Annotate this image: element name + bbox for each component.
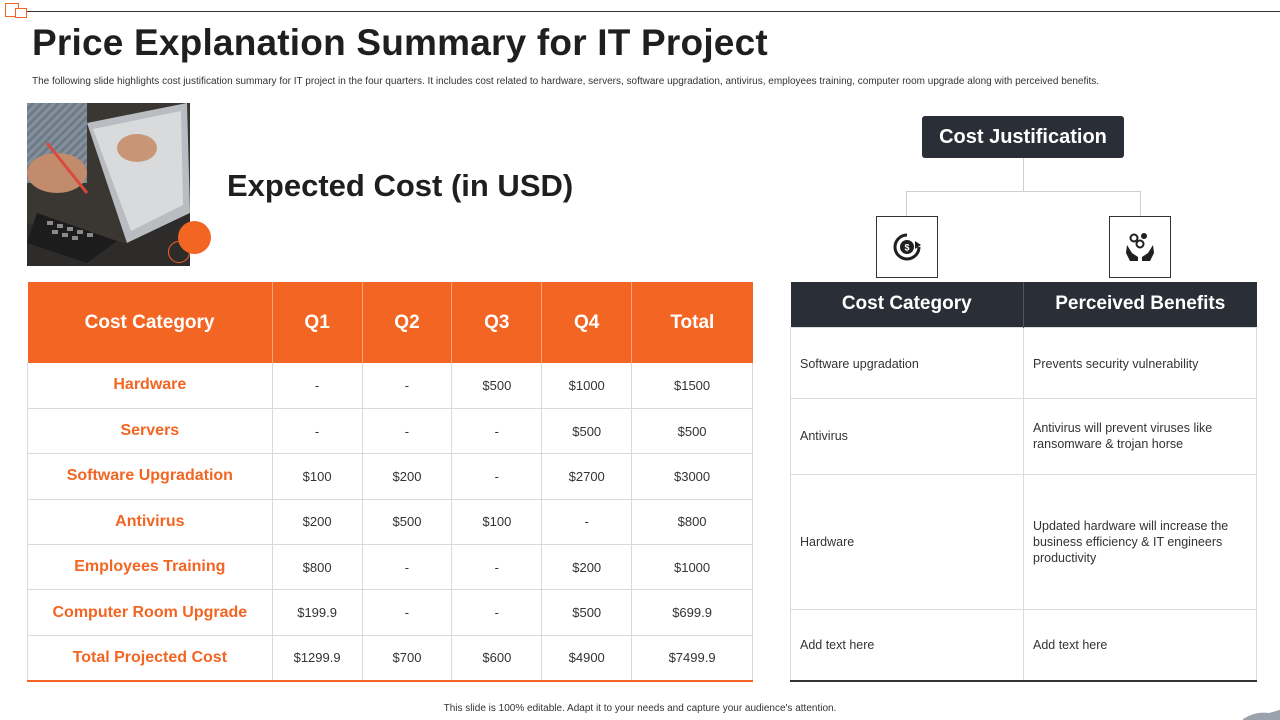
cell-category: Add text here: [790, 608, 1024, 682]
top-rule: [16, 11, 1280, 12]
cell-q1: $1299.9: [272, 635, 363, 682]
cell-q2: -: [362, 363, 453, 409]
cell-category: Computer Room Upgrade: [27, 589, 273, 636]
cell-q3: -: [451, 544, 543, 591]
cell-total: $500: [631, 408, 753, 455]
table-row: Hardware Updated hardware will increase …: [790, 473, 1257, 610]
laptop-photo: [27, 103, 190, 266]
cell-q4: $500: [541, 589, 633, 636]
table-row: Servers - - - $500 $500: [27, 408, 753, 455]
cell-category: Software Upgradation: [27, 453, 273, 500]
cell-q3: $100: [451, 499, 543, 546]
col-total: Total: [631, 282, 753, 363]
connector-line: [906, 191, 1141, 192]
cell-q4: $4900: [541, 635, 633, 682]
col-perceived-benefits: Perceived Benefits: [1023, 282, 1257, 327]
table-row-total: Total Projected Cost $1299.9 $700 $600 $…: [27, 635, 753, 682]
table-row: Hardware - - $500 $1000 $1500: [27, 363, 753, 409]
cell-q1: $800: [272, 544, 363, 591]
cell-q2: -: [362, 408, 453, 455]
connector-line: [906, 191, 907, 216]
cell-total: $7499.9: [631, 635, 753, 682]
benefit-table-header: Cost Category Perceived Benefits: [790, 282, 1257, 327]
cell-q3: -: [451, 453, 543, 500]
cell-q4: $200: [541, 544, 633, 591]
table-row: Computer Room Upgrade $199.9 - - $500 $6…: [27, 589, 753, 636]
hand-money-icon: [1126, 233, 1154, 261]
svg-text:$: $: [904, 243, 909, 253]
cell-q2: -: [362, 589, 453, 636]
cost-justification-table: Cost Category Perceived Benefits Softwar…: [790, 282, 1257, 682]
cell-total: $1500: [631, 363, 753, 409]
cell-q3: $500: [451, 363, 543, 409]
col-cost-category: Cost Category: [27, 282, 273, 363]
expected-cost-heading: Expected Cost (in USD): [227, 168, 574, 203]
cell-q1: $199.9: [272, 589, 363, 636]
col-q4: Q4: [541, 282, 633, 363]
cell-q3: $600: [451, 635, 543, 682]
cell-q3: -: [451, 408, 543, 455]
page-subtitle: The following slide highlights cost just…: [32, 76, 1100, 87]
cell-q2: -: [362, 544, 453, 591]
cell-q4: -: [541, 499, 633, 546]
corner-square-icon-2: [15, 8, 27, 18]
connector-line: [1140, 191, 1141, 216]
table-row: Software upgradation Prevents security v…: [790, 326, 1257, 399]
cell-q1: $100: [272, 453, 363, 500]
cell-q1: -: [272, 408, 363, 455]
cell-benefit: Updated hardware will increase the busin…: [1023, 473, 1257, 610]
table-row: Add text here Add text here: [790, 608, 1257, 682]
col-cost-category: Cost Category: [790, 282, 1024, 327]
cell-q2: $500: [362, 499, 453, 546]
orange-ring-decoration: [168, 241, 190, 263]
cell-category: Servers: [27, 408, 273, 455]
col-q3: Q3: [451, 282, 543, 363]
cell-q4: $500: [541, 408, 633, 455]
cost-table-header: Cost Category Q1 Q2 Q3 Q4 Total: [27, 282, 753, 363]
cell-total: $1000: [631, 544, 753, 591]
connector-line: [1023, 158, 1024, 191]
table-row: Employees Training $800 - - $200 $1000: [27, 544, 753, 591]
cell-q3: -: [451, 589, 543, 636]
cell-q4: $1000: [541, 363, 633, 409]
cell-q2: $700: [362, 635, 453, 682]
dollar-cycle-icon: $: [893, 233, 921, 261]
cell-total: $800: [631, 499, 753, 546]
col-q2: Q2: [362, 282, 453, 363]
cell-q1: -: [272, 363, 363, 409]
cell-category: Hardware: [27, 363, 273, 409]
table-row: Software Upgradation $100 $200 - $2700 $…: [27, 453, 753, 500]
cell-q4: $2700: [541, 453, 633, 500]
cell-total: $699.9: [631, 589, 753, 636]
table-row: Antivirus Antivirus will prevent viruses…: [790, 397, 1257, 475]
dollar-cycle-icon-box: $: [876, 216, 938, 278]
cell-category: Software upgradation: [790, 326, 1024, 399]
cost-justification-heading: Cost Justification: [922, 116, 1124, 158]
cell-category: Total Projected Cost: [27, 635, 273, 682]
hand-money-icon-box: [1109, 216, 1171, 278]
cell-total: $3000: [631, 453, 753, 500]
expected-cost-table: Cost Category Q1 Q2 Q3 Q4 Total Hardware…: [27, 282, 753, 682]
cell-category: Antivirus: [27, 499, 273, 546]
cell-category: Employees Training: [27, 544, 273, 591]
cell-category: Hardware: [790, 473, 1024, 610]
cell-q2: $200: [362, 453, 453, 500]
corner-wave-decoration: [1243, 709, 1280, 720]
cell-category: Antivirus: [790, 397, 1024, 475]
cell-benefit: Add text here: [1023, 608, 1257, 682]
cell-q1: $200: [272, 499, 363, 546]
footer-note: This slide is 100% editable. Adapt it to…: [443, 703, 837, 714]
cell-benefit: Antivirus will prevent viruses like rans…: [1023, 397, 1257, 475]
cell-benefit: Prevents security vulnerability: [1023, 326, 1257, 399]
table-row: Antivirus $200 $500 $100 - $800: [27, 499, 753, 546]
col-q1: Q1: [272, 282, 363, 363]
page-title: Price Explanation Summary for IT Project: [32, 22, 768, 63]
